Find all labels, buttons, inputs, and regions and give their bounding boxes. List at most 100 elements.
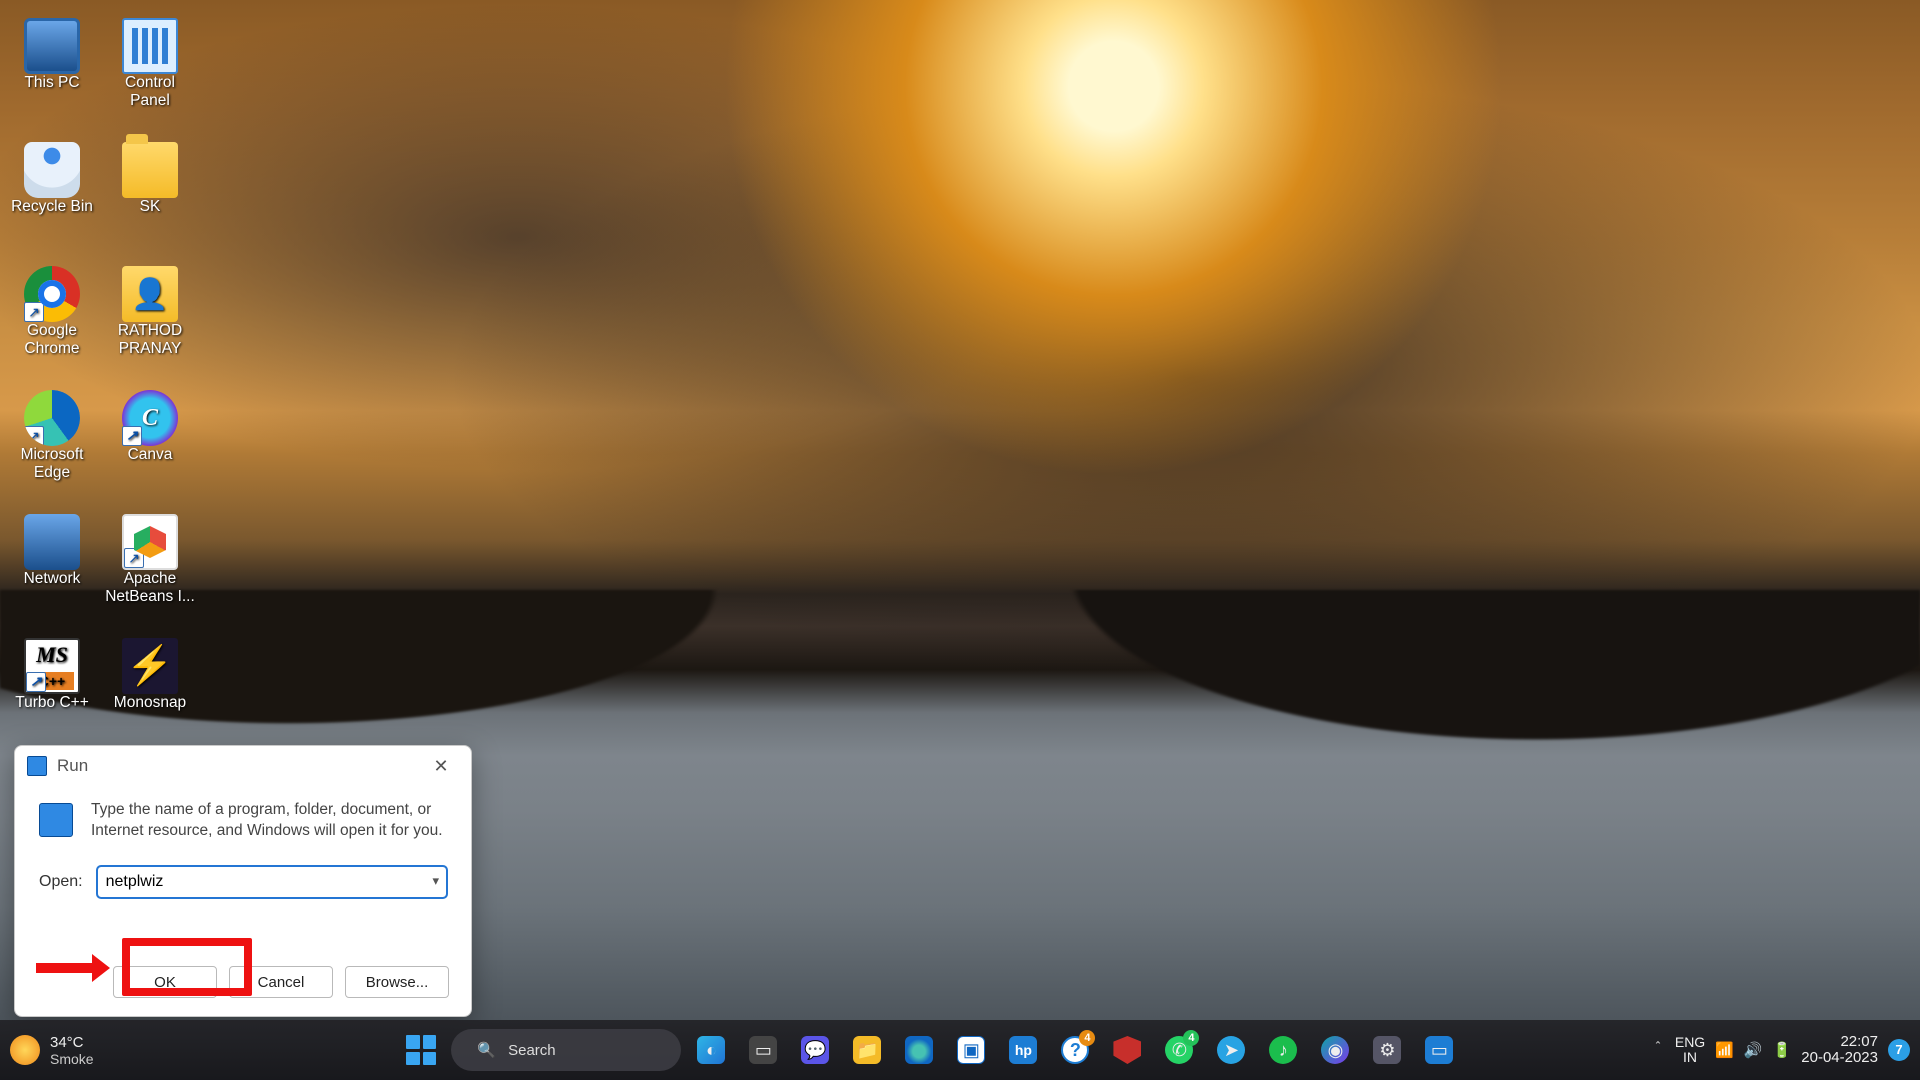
icon-label: Control Panel — [104, 74, 196, 110]
taskbar-telegram[interactable]: ➤ — [1209, 1028, 1253, 1072]
desktop-icon-netbeans[interactable]: ↗ Apache NetBeans I... — [104, 508, 196, 628]
run-program-icon — [39, 803, 73, 837]
shortcut-arrow-icon: ↗ — [26, 672, 46, 692]
shortcut-arrow-icon: ↗ — [24, 426, 44, 446]
netbeans-icon: ↗ — [122, 514, 178, 570]
edge-icon: ↗ — [24, 390, 80, 446]
canva-icon: C↗ — [122, 390, 178, 446]
taskbar-myhp[interactable]: hp — [1001, 1028, 1045, 1072]
icon-label: Monosnap — [114, 694, 186, 712]
run-browse-button[interactable]: Browse... — [345, 966, 449, 998]
taskbar-whatsapp[interactable]: ✆ 4 — [1157, 1028, 1201, 1072]
icon-label: Microsoft Edge — [6, 446, 98, 482]
icon-label: Apache NetBeans I... — [104, 570, 196, 606]
run-open-label: Open: — [39, 873, 83, 891]
run-open-combo[interactable]: ▾ — [97, 866, 447, 898]
desktop-icon-sk-folder[interactable]: SK — [104, 136, 196, 256]
shortcut-arrow-icon: ↗ — [122, 426, 142, 446]
run-close-button[interactable]: ✕ — [417, 750, 465, 782]
taskbar-search-placeholder: Search — [508, 1042, 556, 1059]
mcafee-icon — [1113, 1036, 1141, 1064]
chevron-down-icon[interactable]: ▾ — [432, 873, 439, 889]
systray-notification-count[interactable]: 7 — [1888, 1039, 1910, 1061]
taskbar-weather[interactable]: 34°C Smoke — [10, 1034, 210, 1067]
run-button-row: OK Cancel Browse... — [113, 966, 449, 998]
taskbar-settings[interactable]: ⚙ — [1365, 1028, 1409, 1072]
myhp-icon: hp — [1009, 1036, 1037, 1064]
user-folder-icon — [122, 266, 178, 322]
weather-temp: 34°C — [50, 1034, 94, 1051]
browser-icon: ◉ — [1321, 1036, 1349, 1064]
gear-icon: ⚙ — [1373, 1036, 1401, 1064]
run-body: Type the name of a program, folder, docu… — [15, 786, 471, 898]
windows-icon — [406, 1035, 436, 1065]
icon-label: Turbo C++ — [15, 694, 89, 712]
run-app-icon: ▭ — [1425, 1036, 1453, 1064]
taskbar-search[interactable]: 🔍 Search — [451, 1029, 681, 1071]
spotify-icon: ♪ — [1269, 1036, 1297, 1064]
desktop-icon-this-pc[interactable]: This PC — [6, 12, 98, 132]
battery-icon[interactable]: 🔋 — [1773, 1041, 1792, 1059]
systray-overflow[interactable]: ＾ — [1651, 1040, 1665, 1060]
run-titlebar[interactable]: Run ✕ — [15, 746, 471, 786]
turbo-cpp-icon: MSC++↗ — [24, 638, 80, 694]
desktop-icon-user-folder[interactable]: RATHOD PRANAY — [104, 260, 196, 380]
icon-label: Google Chrome — [6, 322, 98, 358]
desktop-icon-control-panel[interactable]: Control Panel — [104, 12, 196, 132]
folder-icon — [122, 142, 178, 198]
desktop-icon-canva[interactable]: C↗ Canva — [104, 384, 196, 504]
taskbar-taskview[interactable]: ▭ — [741, 1028, 785, 1072]
taskbar-run-app[interactable]: ▭ — [1417, 1028, 1461, 1072]
desktop-icon-recycle-bin[interactable]: Recycle Bin — [6, 136, 98, 256]
search-icon: 🔍 — [477, 1041, 496, 1059]
shortcut-arrow-icon: ↗ — [24, 302, 44, 322]
telegram-icon: ➤ — [1217, 1036, 1245, 1064]
taskbar-mcafee[interactable] — [1105, 1028, 1149, 1072]
desktop-icons-grid: This PC Control Panel Recycle Bin SK ↗ G… — [6, 12, 196, 752]
wifi-icon[interactable]: 📶 — [1715, 1041, 1734, 1059]
taskbar-edge[interactable] — [897, 1028, 941, 1072]
taskbar-center: 🔍 Search ◐ ▭ 💬 📁 ▣ hp ? 4 ✆ 4 ➤ ♪ ◉ ⚙ ▭ — [218, 1028, 1643, 1072]
recycle-bin-icon — [24, 142, 80, 198]
desktop-icon-turbo-cpp[interactable]: MSC++↗ Turbo C++ — [6, 632, 98, 752]
run-open-input[interactable] — [97, 866, 447, 898]
systray-language[interactable]: ENG IN — [1675, 1035, 1705, 1064]
icon-label: RATHOD PRANAY — [104, 322, 196, 358]
start-button[interactable] — [399, 1028, 443, 1072]
taskbar-spotify[interactable]: ♪ — [1261, 1028, 1305, 1072]
system-tray[interactable]: ＾ ENG IN 📶 🔊 🔋 22:07 20-04-2023 7 — [1651, 1034, 1910, 1067]
taskbar-copilot[interactable]: ◐ — [689, 1028, 733, 1072]
taskbar-browser-app[interactable]: ◉ — [1313, 1028, 1357, 1072]
taskbar-ms-store[interactable]: ▣ — [949, 1028, 993, 1072]
taskbar-chat[interactable]: 💬 — [793, 1028, 837, 1072]
taskbar-hp-support[interactable]: ? 4 — [1053, 1028, 1097, 1072]
run-title: Run — [57, 756, 417, 776]
store-icon: ▣ — [957, 1036, 985, 1064]
shortcut-arrow-icon: ↗ — [124, 548, 144, 568]
taskbar[interactable]: 34°C Smoke 🔍 Search ◐ ▭ 💬 📁 ▣ hp ? 4 ✆ 4… — [0, 1020, 1920, 1080]
edge-icon — [905, 1036, 933, 1064]
folder-icon: 📁 — [853, 1036, 881, 1064]
weather-icon — [10, 1035, 40, 1065]
monosnap-icon — [122, 638, 178, 694]
volume-icon[interactable]: 🔊 — [1744, 1041, 1763, 1059]
run-ok-button[interactable]: OK — [113, 966, 217, 998]
desktop-icon-network[interactable]: Network — [6, 508, 98, 628]
chrome-icon: ↗ — [24, 266, 80, 322]
taskbar-badge: 4 — [1079, 1030, 1095, 1046]
systray-clock[interactable]: 22:07 20-04-2023 — [1801, 1034, 1878, 1067]
desktop-icon-edge[interactable]: ↗ Microsoft Edge — [6, 384, 98, 504]
icon-label: This PC — [24, 74, 79, 92]
run-cancel-button[interactable]: Cancel — [229, 966, 333, 998]
run-dialog[interactable]: Run ✕ Type the name of a program, folder… — [14, 745, 472, 1017]
taskbar-badge: 4 — [1183, 1030, 1199, 1046]
chat-icon: 💬 — [801, 1036, 829, 1064]
desktop-icon-chrome[interactable]: ↗ Google Chrome — [6, 260, 98, 380]
icon-label: SK — [140, 198, 161, 216]
control-panel-icon — [122, 18, 178, 74]
taskbar-file-explorer[interactable]: 📁 — [845, 1028, 889, 1072]
icon-label: Recycle Bin — [11, 198, 93, 216]
run-titlebar-icon — [27, 756, 47, 776]
network-icon — [24, 514, 80, 570]
desktop-icon-monosnap[interactable]: Monosnap — [104, 632, 196, 752]
